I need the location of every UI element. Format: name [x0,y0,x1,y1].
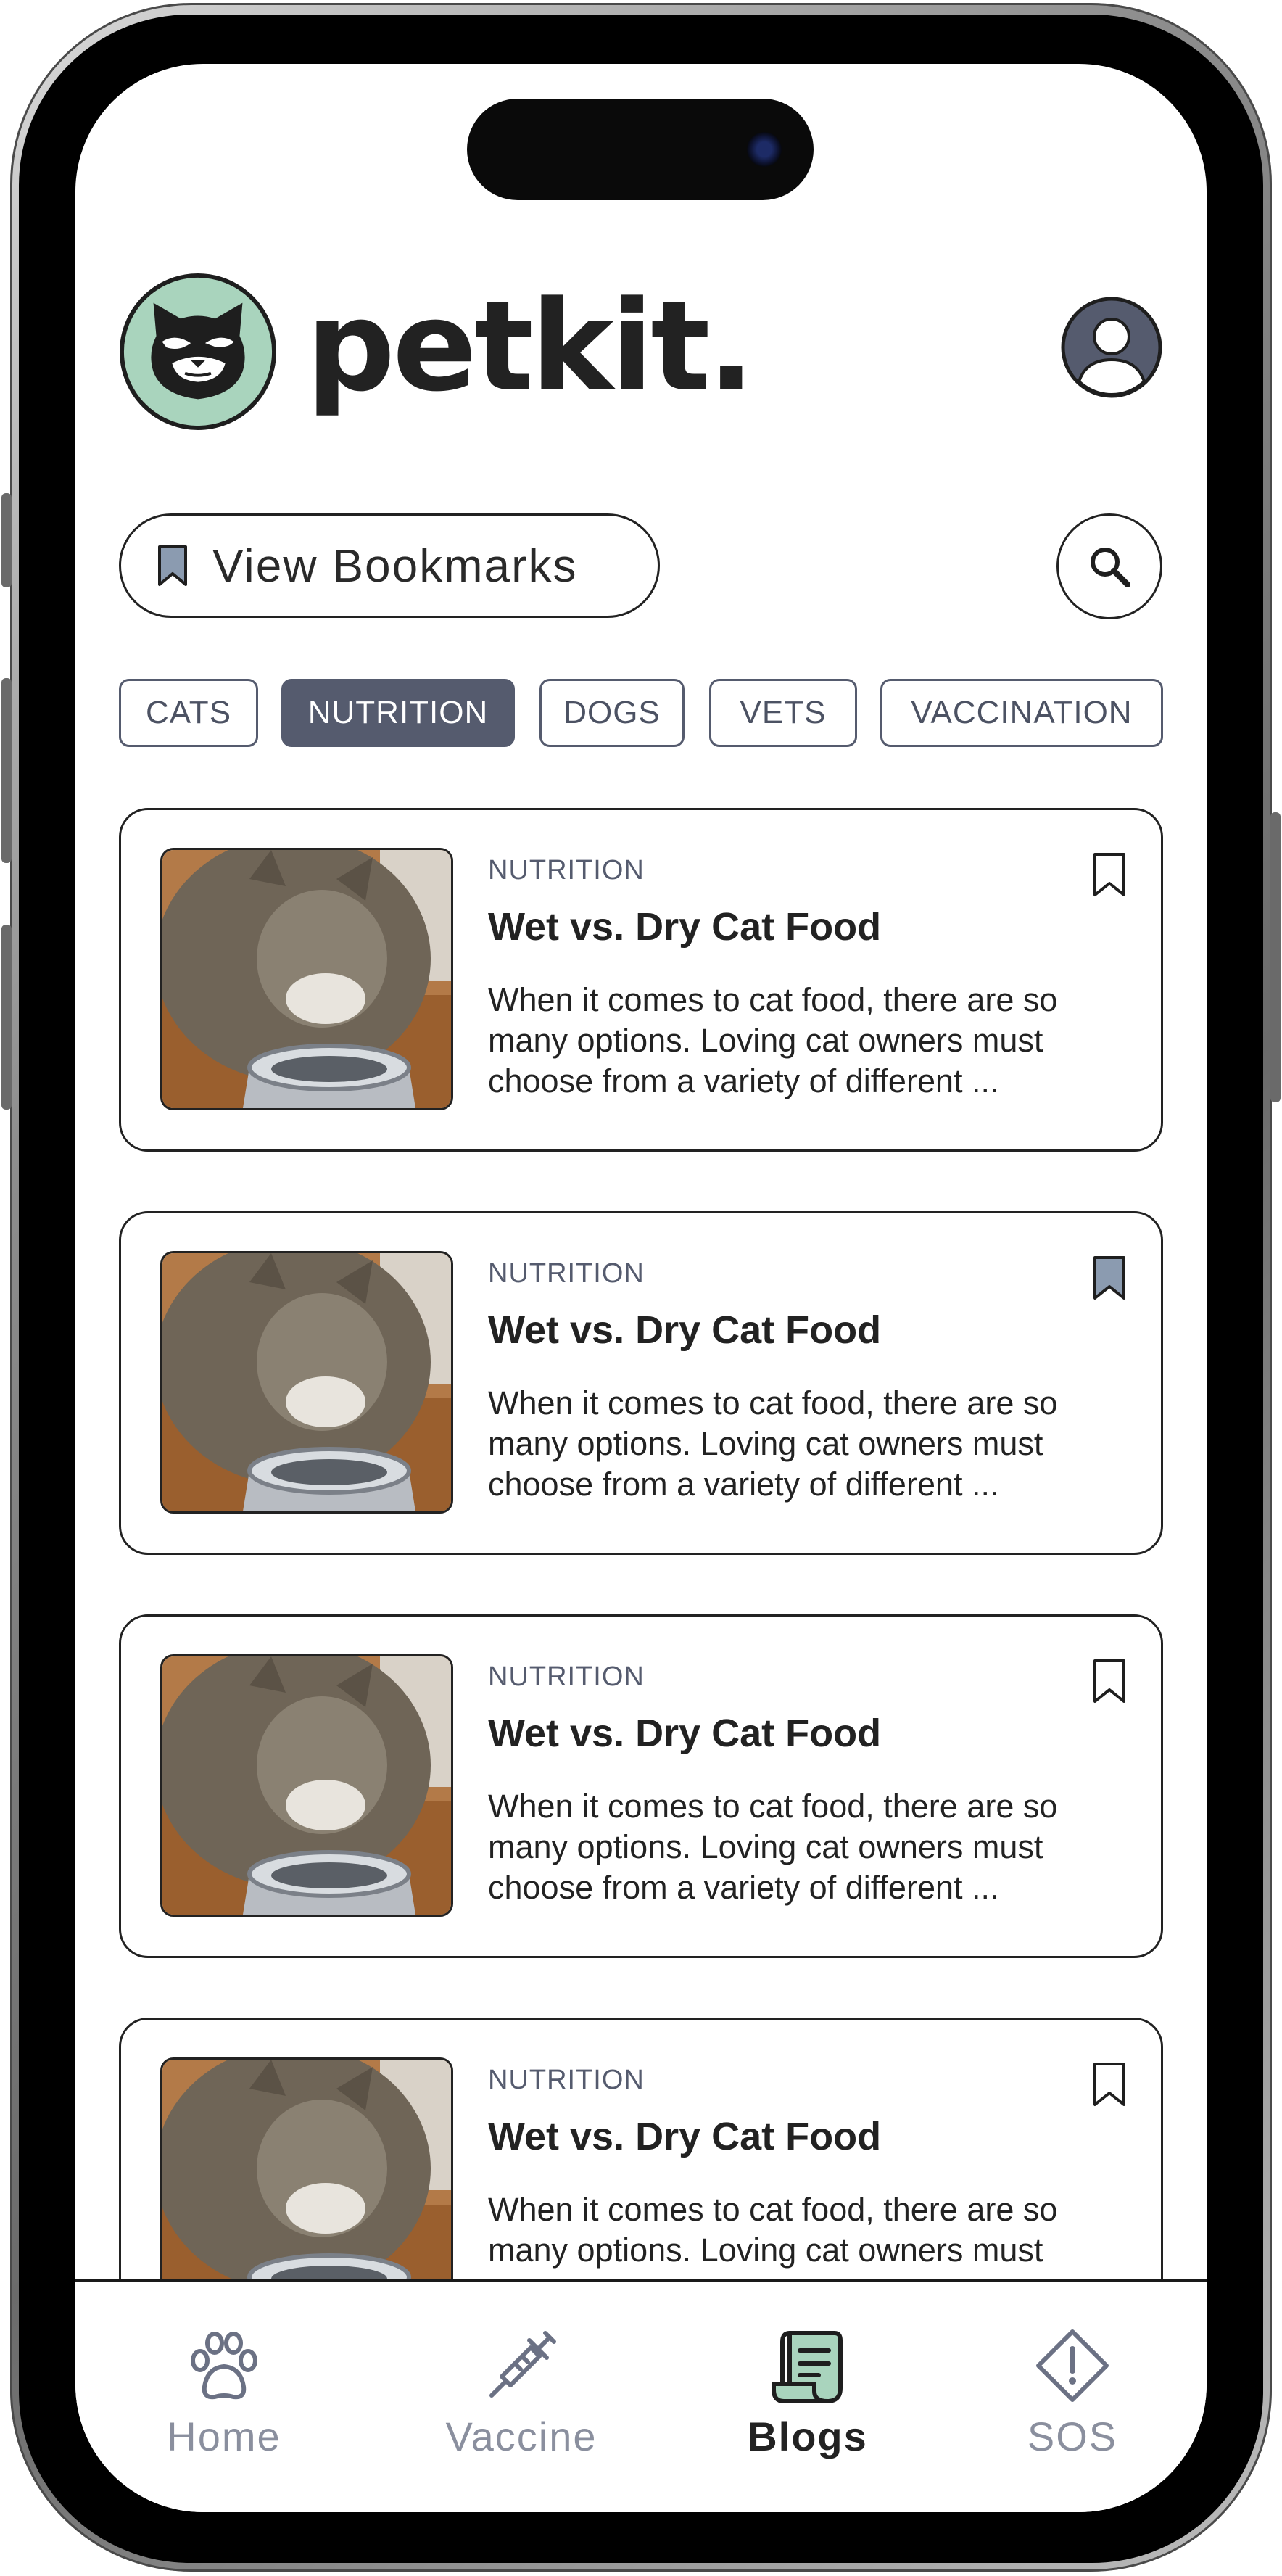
article-category: NUTRITION [488,2065,645,2095]
nav-item-home[interactable]: Home [148,2326,300,2460]
article-title: Wet vs. Dry Cat Food [488,2115,882,2158]
bottom-nav-bar: Home Vaccine Blogs SOS [75,2279,1207,2512]
app-screen: petkit. View Bookmarks CATS NUTRITION DO… [75,64,1207,2512]
bookmark-outline-icon[interactable] [1093,1659,1126,1704]
action-button [1,493,12,587]
article-thumbnail [160,848,453,1110]
filter-chip-vaccination[interactable]: VACCINATION [880,679,1163,747]
paw-icon [191,2332,257,2400]
article-title: Wet vs. Dry Cat Food [488,1712,882,1755]
article-category: NUTRITION [488,1661,645,1692]
nav-item-blogs[interactable]: Blogs [743,2326,873,2460]
search-button[interactable] [1056,513,1162,619]
article-card[interactable]: NUTRITION Wet vs. Dry Cat Food When it c… [119,1614,1163,1958]
nav-label: Home [167,2414,281,2459]
search-icon [1091,548,1130,587]
bookmark-outline-icon[interactable] [1093,2062,1126,2107]
brand-name: petkit. [306,273,755,419]
article-category: NUTRITION [488,1258,645,1289]
nav-item-vaccine[interactable]: Vaccine [431,2326,612,2460]
filter-chip-nutrition[interactable]: NUTRITION [281,679,515,747]
filter-chip-dogs[interactable]: DOGS [539,679,685,747]
article-excerpt: When it comes to cat food, there are so … [488,981,1058,1099]
article-excerpt: When it comes to cat food, there are so … [488,1384,1058,1503]
scroll-icon [772,2331,843,2403]
filter-chip-vets[interactable]: VETS [709,679,857,747]
volume-up-button [1,678,12,863]
nav-label: Vaccine [445,2414,597,2459]
dynamic-island [467,99,814,200]
nav-item-sos[interactable]: SOS [1018,2326,1127,2460]
bookmark-filled-icon[interactable] [1093,1255,1126,1300]
article-title: Wet vs. Dry Cat Food [488,905,882,949]
article-excerpt: When it comes to cat food, there are so … [488,2191,1058,2269]
article-card[interactable]: NUTRITION Wet vs. Dry Cat Food When it c… [119,808,1163,1152]
bookmark-icon [158,545,187,586]
profile-avatar-icon[interactable] [1060,296,1163,399]
camera-icon [747,132,782,167]
warning-icon [1036,2329,1109,2402]
article-thumbnail [160,1251,453,1514]
syringe-icon [489,2331,556,2398]
view-bookmarks-label: View Bookmarks [212,540,578,592]
view-bookmarks-button[interactable]: View Bookmarks [119,513,660,618]
article-category: NUTRITION [488,855,645,886]
cat-logo-icon [119,273,277,431]
nav-label: SOS [1027,2414,1118,2459]
volume-down-button [1,925,12,1110]
power-button [1270,812,1281,1102]
article-excerpt: When it comes to cat food, there are so … [488,1788,1058,1906]
article-thumbnail [160,1654,453,1917]
filter-chip-cats[interactable]: CATS [119,679,258,747]
nav-label: Blogs [748,2414,868,2459]
article-card[interactable]: NUTRITION Wet vs. Dry Cat Food When it c… [119,1211,1163,1555]
article-title: Wet vs. Dry Cat Food [488,1308,882,1352]
bookmark-outline-icon[interactable] [1093,852,1126,897]
